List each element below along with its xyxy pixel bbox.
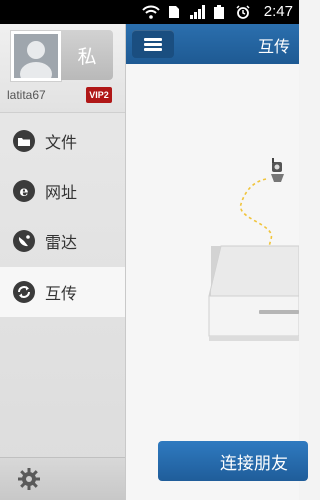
alarm-icon — [236, 5, 250, 19]
status-bar: 2:47 — [0, 0, 299, 24]
svg-text:e: e — [20, 184, 29, 200]
battery-icon — [214, 5, 224, 19]
wifi-icon — [142, 5, 160, 19]
gear-icon — [18, 468, 40, 490]
settings-button[interactable] — [0, 457, 125, 500]
menu-button[interactable] — [132, 30, 174, 58]
user-icon — [20, 41, 52, 78]
connect-friend-button[interactable]: 连接朋友 — [158, 441, 308, 481]
folder-icon — [13, 130, 35, 152]
sidebar-item-radar[interactable]: 雷达 — [0, 216, 125, 266]
sync-icon — [13, 281, 35, 303]
browser-icon: e — [13, 180, 35, 202]
connect-friend-label: 连接朋友 — [220, 453, 288, 474]
radar-icon — [13, 230, 35, 252]
sidebar-item-label: 互传 — [45, 284, 78, 303]
avatar[interactable] — [10, 30, 62, 82]
profile-card[interactable]: 私 latita67 VIP2 — [0, 24, 125, 113]
sidebar: 私 latita67 VIP2 文件 e 网址 雷达 互传 — [0, 24, 126, 500]
robot-icon — [271, 158, 284, 182]
page-title: 互传 — [258, 37, 291, 56]
sim-icon — [169, 6, 179, 18]
sidebar-item-label: 网址 — [45, 183, 78, 202]
vip-badge: VIP2 — [86, 87, 112, 103]
main-panel: 互传 连接朋友 — [126, 24, 308, 500]
menu-icon — [144, 38, 162, 41]
private-tag[interactable]: 私 — [61, 30, 113, 80]
sidebar-item-transfer[interactable]: 互传 — [0, 267, 125, 317]
signal-icon — [190, 5, 205, 19]
top-bar: 互传 — [126, 24, 299, 64]
sidebar-item-label: 雷达 — [45, 233, 78, 252]
sidebar-item-urls[interactable]: e 网址 — [0, 166, 125, 216]
transfer-illustration — [208, 158, 299, 341]
sidebar-item-files[interactable]: 文件 — [0, 116, 125, 166]
username: latita67 — [7, 88, 46, 102]
clock: 2:47 — [263, 3, 293, 20]
sidebar-item-label: 文件 — [45, 133, 78, 152]
